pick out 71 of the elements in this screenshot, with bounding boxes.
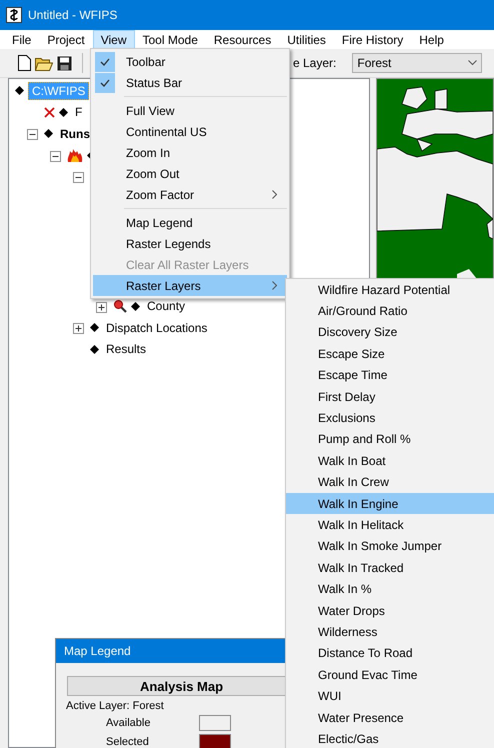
menu-item[interactable]: Distance To Road [286, 642, 494, 664]
expand-button[interactable] [96, 300, 107, 312]
diamond-icon [44, 129, 53, 138]
menu-item[interactable]: Tool Mode [134, 30, 206, 49]
cross-icon [44, 106, 55, 118]
tree-item[interactable]: County [144, 298, 188, 314]
check-icon [100, 58, 110, 66]
menu-item[interactable]: Electic/Gas [286, 728, 494, 748]
check-icon [100, 78, 110, 86]
menu-item[interactable]: Walk In Helitack [286, 514, 494, 536]
diamond-icon [90, 323, 99, 332]
diamond-icon [131, 302, 140, 311]
tree-item[interactable]: F [72, 104, 86, 120]
diamond-icon [90, 344, 99, 354]
menu-item[interactable]: View [92, 30, 134, 49]
menu-item[interactable]: Walk In Engine [286, 492, 494, 514]
menu-item[interactable]: Zoom Factor [93, 184, 287, 205]
diamond-icon [15, 86, 24, 96]
new-file-icon[interactable] [18, 55, 31, 71]
legend-label: Selected [106, 736, 150, 748]
menu-item[interactable]: Project [39, 30, 93, 49]
menu-item[interactable]: Zoom In [93, 142, 287, 163]
menu-item[interactable]: Fire History [334, 30, 412, 49]
expand-button[interactable] [27, 128, 38, 140]
menu-item[interactable]: Wilderness [286, 621, 494, 643]
menu-item[interactable]: Help [411, 30, 452, 49]
menu-item[interactable]: Pump and Roll % [286, 428, 494, 450]
tree-item[interactable]: Results [103, 341, 150, 358]
layer-label: e Layer: [293, 56, 336, 70]
menu-item[interactable]: Walk In Tracked [286, 557, 494, 578]
save-icon[interactable] [57, 56, 72, 70]
menu-item[interactable]: Air/Ground Ratio [286, 300, 494, 322]
menu-item[interactable]: Walk In % [286, 578, 494, 600]
expand-button[interactable] [50, 150, 61, 161]
menu-item[interactable]: Raster Layers [93, 275, 287, 296]
menu-item[interactable]: Zoom Out [93, 163, 287, 184]
menu-item[interactable]: Toolbar [93, 51, 287, 72]
app-icon [6, 7, 22, 23]
menu-item[interactable]: Escape Size [286, 343, 494, 365]
menu-item[interactable]: First Delay [286, 386, 494, 408]
menu-item[interactable]: Continental US [93, 121, 287, 142]
magnifier-icon [113, 299, 127, 314]
menu-item[interactable]: Discovery Size [286, 322, 494, 344]
menu-item[interactable]: Map Legend [93, 212, 287, 233]
menu-item[interactable]: Walk In Boat [286, 450, 494, 472]
menu-item[interactable]: Walk In Crew [286, 472, 494, 493]
menu-item[interactable]: Water Drops [286, 600, 494, 622]
open-folder-icon[interactable] [35, 56, 53, 70]
menu-item[interactable]: Wildfire Hazard Potential [286, 279, 494, 300]
expand-button[interactable] [73, 322, 84, 334]
menu-item[interactable]: Resources [206, 30, 280, 49]
menu-item[interactable]: Raster Legends [93, 233, 287, 254]
window-title: Untitled - WFIPS [28, 8, 118, 22]
active-layer-text: Active Layer: Forest [66, 700, 165, 712]
menu-item[interactable]: Escape Time [286, 364, 494, 386]
menu-item[interactable]: Water Presence [286, 706, 494, 728]
flame-icon [67, 148, 83, 163]
tree-item[interactable]: Dispatch Locations [103, 320, 210, 336]
menu-item[interactable]: Exclusions [286, 407, 494, 429]
legend-title: Map Legend [64, 644, 131, 658]
diamond-icon [59, 108, 68, 117]
expand-button[interactable] [73, 171, 84, 182]
tree-item[interactable]: Runs [57, 126, 93, 142]
caret-icon [468, 60, 478, 66]
menu-item[interactable]: Status Bar [93, 72, 287, 93]
layer-dropdown[interactable]: Forest [352, 53, 482, 73]
legend-label: Available [106, 716, 152, 728]
menu-item[interactable]: Utilities [279, 30, 334, 49]
menu-item[interactable]: Walk In Smoke Jumper [286, 536, 494, 558]
menu-item[interactable]: Full View [93, 100, 287, 121]
menu-item[interactable]: File [4, 30, 40, 49]
